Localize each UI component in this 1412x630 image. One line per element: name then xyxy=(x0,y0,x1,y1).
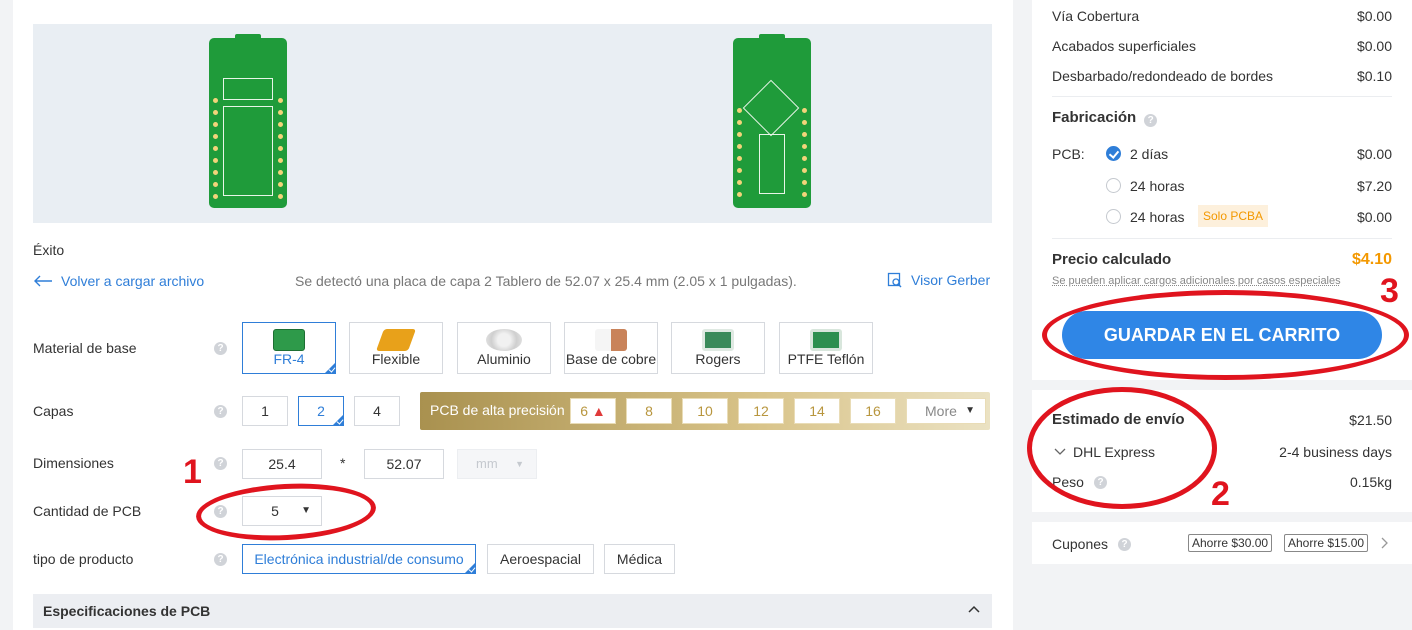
annotation-ring-cart xyxy=(1042,290,1409,380)
caret-down-icon: ▼ xyxy=(965,405,975,416)
product-type-help-icon[interactable]: ? xyxy=(214,553,227,566)
material-flexible[interactable]: Flexible xyxy=(349,322,443,374)
solo-pcba-badge: Solo PCBA xyxy=(1198,205,1269,227)
hp-layer-14[interactable]: 14 xyxy=(794,398,840,424)
pcb-top-image xyxy=(209,34,287,208)
chevron-up-icon xyxy=(968,605,980,613)
fabrication-heading: Fabricación? xyxy=(1052,108,1392,128)
success-text: Éxito xyxy=(33,242,65,258)
detected-text: Se detectó una placa de capa 2 Tablero d… xyxy=(295,273,797,289)
pcb-specs-section-header[interactable]: Especificaciones de PCB xyxy=(33,594,992,628)
coupons-panel[interactable]: Cupones ? Ahorre $30.00 Ahorre $15.00 xyxy=(1032,522,1412,564)
layer-option-2[interactable]: 2 xyxy=(298,396,344,426)
annotation-ring-shipping xyxy=(1027,387,1217,509)
hp-layer-12[interactable]: 12 xyxy=(738,398,784,424)
annotation-number-3: 3 xyxy=(1380,272,1399,310)
price-line-via: Vía Cobertura $0.00 xyxy=(1052,8,1392,24)
hp-layer-10[interactable]: 10 xyxy=(682,398,728,424)
caret-down-icon: ▼ xyxy=(515,459,524,469)
quantity-label: Cantidad de PCB xyxy=(33,503,142,519)
material-aluminio[interactable]: Aluminio xyxy=(457,322,551,374)
dimension-width-input[interactable]: 25.4 xyxy=(242,449,322,479)
price-line-desbarbado: Desbarbado/redondeado de bordes $0.10 xyxy=(1052,68,1392,84)
gerber-viewer-icon xyxy=(887,272,902,288)
layers-label: Capas xyxy=(33,403,74,419)
layer-option-1[interactable]: 1 xyxy=(242,396,288,426)
high-precision-bar: PCB de alta precisión 6 ▲ 8 10 12 14 16 … xyxy=(420,392,990,430)
gerber-preview xyxy=(33,24,992,223)
material-base-cobre[interactable]: Base de cobre xyxy=(564,322,658,374)
radio-2dias[interactable] xyxy=(1106,146,1121,161)
radio-24h-pcba[interactable] xyxy=(1106,209,1121,224)
calculated-price: Precio calculado $4.10 xyxy=(1052,251,1392,268)
product-type-aeroespacial[interactable]: Aeroespacial xyxy=(487,544,594,574)
pcb-label: PCB: xyxy=(1052,146,1085,162)
fab-option-2dias[interactable]: PCB: 2 días $0.00 xyxy=(1052,144,1392,164)
layers-help-icon[interactable]: ? xyxy=(214,405,227,418)
dimensions-label: Dimensiones xyxy=(33,455,114,471)
dimension-separator: * xyxy=(340,455,346,471)
annotation-number-1: 1 xyxy=(183,453,202,491)
arrow-left-icon xyxy=(34,275,52,287)
high-precision-label: PCB de alta precisión xyxy=(430,402,565,418)
reupload-link[interactable]: Volver a cargar archivo xyxy=(33,272,204,290)
material-rogers[interactable]: Rogers xyxy=(671,322,765,374)
material-help-icon[interactable]: ? xyxy=(214,342,227,355)
material-label: Material de base xyxy=(33,340,137,356)
pcb-bottom-image xyxy=(733,34,811,208)
fire-icon: ▲ xyxy=(591,403,606,419)
fab-option-24h[interactable]: 24 horas $7.20 xyxy=(1052,176,1392,196)
gerber-viewer-link[interactable]: Visor Gerber xyxy=(887,272,990,288)
coupon-tag-15: Ahorre $15.00 xyxy=(1284,534,1369,552)
hp-layer-16[interactable]: 16 xyxy=(850,398,896,424)
reupload-label: Volver a cargar archivo xyxy=(61,273,205,289)
radio-24h[interactable] xyxy=(1106,178,1121,193)
product-type-medica[interactable]: Médica xyxy=(604,544,675,574)
dimension-unit-select[interactable]: mm ▼ xyxy=(457,449,537,479)
material-ptfe[interactable]: PTFE Teflón xyxy=(779,322,873,374)
dimensions-help-icon[interactable]: ? xyxy=(214,457,227,470)
chevron-right-icon xyxy=(1381,537,1388,549)
coupon-tag-30: Ahorre $30.00 xyxy=(1188,534,1273,552)
coupons-help-icon[interactable]: ? xyxy=(1118,538,1131,551)
price-line-acabados: Acabados superficiales $0.00 xyxy=(1052,38,1392,54)
pcb-specs-title: Especificaciones de PCB xyxy=(43,603,211,619)
fabrication-help-icon[interactable]: ? xyxy=(1144,114,1158,127)
hp-layer-6[interactable]: 6 ▲ xyxy=(570,398,616,424)
price-note: Se pueden aplicar cargos adicionales por… xyxy=(1052,275,1341,287)
hp-layer-8[interactable]: 8 xyxy=(626,398,672,424)
gerber-viewer-label: Visor Gerber xyxy=(911,272,991,288)
layer-option-4[interactable]: 4 xyxy=(354,396,400,426)
fab-option-24h-pcba[interactable]: 24 horas Solo PCBA $0.00 xyxy=(1052,205,1392,227)
dimension-height-input[interactable]: 52.07 xyxy=(364,449,444,479)
product-type-label: tipo de producto xyxy=(33,551,134,567)
annotation-number-2: 2 xyxy=(1211,475,1230,513)
material-fr4[interactable]: FR-4 xyxy=(242,322,336,374)
product-type-industrial[interactable]: Electrónica industrial/de consumo xyxy=(242,544,476,574)
more-dropdown[interactable]: More ▼ xyxy=(906,398,986,424)
